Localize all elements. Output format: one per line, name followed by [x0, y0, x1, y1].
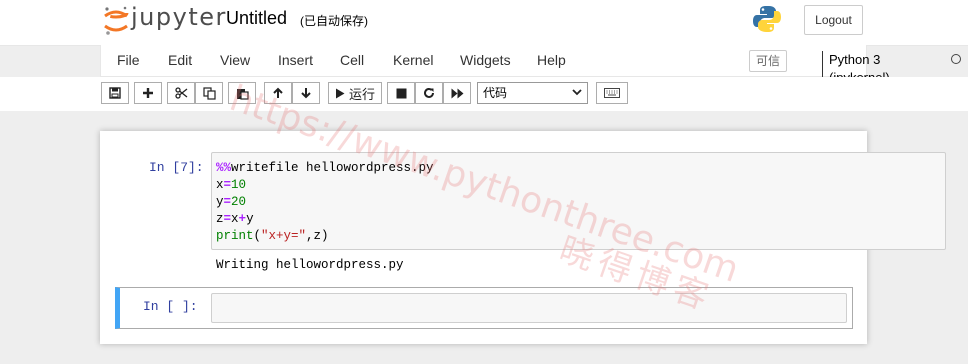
jupyter-logo-icon[interactable]	[103, 5, 129, 37]
kernel-status-icon	[951, 54, 961, 64]
move-up-button[interactable]	[264, 82, 292, 104]
cell-type-value: 代码	[483, 86, 508, 100]
save-icon	[109, 87, 121, 99]
paste-icon	[236, 88, 249, 100]
plus-icon	[143, 88, 153, 98]
move-down-button[interactable]	[292, 82, 320, 104]
code-token: z	[216, 212, 224, 226]
code-token: %%	[216, 161, 232, 175]
run-icon	[336, 88, 345, 98]
command-palette-button[interactable]	[596, 82, 628, 104]
notebook-title[interactable]: Untitled	[226, 8, 287, 29]
selected-cell[interactable]: In [ ]:	[115, 287, 853, 329]
cut-button[interactable]	[167, 82, 195, 104]
cell-output: Writing hellowordpress.py	[216, 258, 404, 272]
code-token: 10	[231, 178, 247, 192]
menu-cell[interactable]: Cell	[340, 52, 364, 68]
jupyter-logo-text[interactable]: jupyter	[131, 3, 227, 31]
code-line: x=10	[216, 177, 941, 194]
code-token: y	[246, 212, 254, 226]
run-button[interactable]: 运行	[328, 82, 382, 104]
arrow-up-icon	[273, 87, 283, 98]
code-token: y	[216, 195, 224, 209]
logout-button[interactable]: Logout	[804, 5, 863, 35]
cut-icon	[174, 87, 187, 99]
code-line: z=x+y	[216, 211, 941, 228]
autosave-status: (已自动保存)	[300, 14, 368, 28]
menu-kernel[interactable]: Kernel	[393, 52, 433, 68]
cell-prompt: In [ ]:	[143, 299, 198, 314]
code-token: x	[231, 212, 239, 226]
menu-widgets[interactable]: Widgets	[460, 52, 511, 68]
code-line: y=20	[216, 194, 941, 211]
arrow-down-icon	[301, 88, 311, 99]
code-line: %%writefile hellowordpress.py	[216, 160, 941, 177]
copy-icon	[202, 86, 216, 100]
chevron-down-icon	[572, 89, 582, 96]
code-token: "x+y="	[261, 229, 307, 243]
menu-edit[interactable]: Edit	[168, 52, 192, 68]
code-token: =	[223, 178, 232, 192]
menu-bar: File Edit View Insert Cell Kernel Widget…	[100, 45, 961, 87]
fast-forward-icon	[451, 88, 463, 98]
code-token: (	[253, 229, 262, 243]
menu-insert[interactable]: Insert	[278, 52, 313, 68]
python-logo-icon	[753, 6, 781, 32]
menu-view[interactable]: View	[220, 52, 250, 68]
interrupt-button[interactable]	[387, 82, 415, 104]
code-token: ,z)	[306, 229, 329, 243]
toolbar: 运行 代码	[0, 77, 968, 111]
paste-button[interactable]	[228, 82, 256, 104]
save-button[interactable]	[101, 82, 129, 104]
keyboard-icon	[604, 88, 620, 98]
notebook-container: In [7]: %%writefile hellowordpress.py x=1…	[100, 131, 946, 344]
insert-cell-button[interactable]	[134, 82, 162, 104]
code-token: =	[223, 212, 232, 226]
code-token: writefile hellowordpress.py	[231, 161, 434, 175]
menu-help[interactable]: Help	[537, 52, 566, 68]
restart-icon	[424, 87, 434, 98]
cell-type-select[interactable]: 代码	[477, 82, 588, 104]
cell-prompt: In [7]:	[149, 160, 204, 175]
run-label: 运行	[349, 86, 376, 102]
code-editor[interactable]	[211, 293, 847, 323]
code-line: print("x+y=",z)	[216, 228, 941, 245]
code-token: +	[238, 212, 247, 226]
restart-button[interactable]	[415, 82, 443, 104]
trusted-indicator[interactable]: 可信	[749, 50, 787, 72]
stop-icon	[396, 88, 406, 98]
copy-button[interactable]	[195, 82, 223, 104]
code-token: x	[216, 178, 224, 192]
code-token: 20	[231, 195, 247, 209]
header: jupyter Untitled (已自动保存) Logout	[0, 0, 968, 46]
restart-run-all-button[interactable]	[443, 82, 471, 104]
code-token: print	[216, 229, 254, 243]
code-token: =	[223, 195, 232, 209]
code-text[interactable]: %%writefile hellowordpress.py x=10 y=20 z=x…	[212, 153, 945, 252]
code-editor[interactable]: %%writefile hellowordpress.py x=10 y=20 z=x…	[211, 152, 946, 250]
menu-file[interactable]: File	[117, 52, 140, 68]
